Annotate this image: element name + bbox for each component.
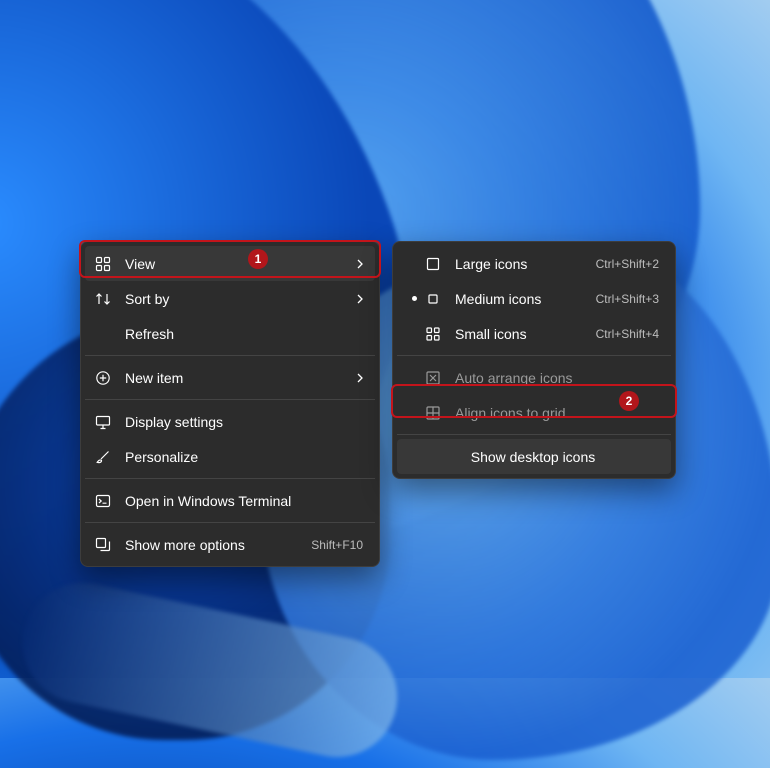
view-submenu: Large icons Ctrl+Shift+2 Medium icons Ct…	[392, 241, 676, 479]
menu-item-shortcut: Ctrl+Shift+3	[596, 292, 659, 306]
auto-arrange-icon	[425, 370, 441, 386]
submenu-item-auto-arrange[interactable]: Auto arrange icons	[397, 360, 671, 395]
menu-item-show-more-options[interactable]: Show more options Shift+F10	[85, 527, 375, 562]
menu-item-label: Sort by	[125, 291, 347, 307]
menu-item-label: Display settings	[125, 414, 363, 430]
align-grid-icon	[425, 405, 441, 421]
menu-item-label: Show desktop icons	[471, 449, 596, 465]
terminal-icon	[95, 493, 111, 509]
menu-item-refresh[interactable]: Refresh	[85, 316, 375, 351]
menu-item-label: Show more options	[125, 537, 301, 553]
menu-item-label: Personalize	[125, 449, 363, 465]
menu-item-label: Refresh	[125, 326, 363, 342]
menu-item-label: Open in Windows Terminal	[125, 493, 363, 509]
menu-item-view[interactable]: View	[85, 246, 375, 281]
menu-separator	[397, 434, 671, 435]
radio-indicator	[407, 296, 421, 301]
menu-item-sort-by[interactable]: Sort by	[85, 281, 375, 316]
menu-item-shortcut: Shift+F10	[311, 538, 363, 552]
submenu-item-medium-icons[interactable]: Medium icons Ctrl+Shift+3	[397, 281, 671, 316]
medium-icons-icon	[425, 291, 441, 307]
menu-item-new[interactable]: New item	[85, 360, 375, 395]
more-options-icon	[95, 537, 111, 553]
large-icons-icon	[425, 256, 441, 272]
sort-icon	[95, 291, 111, 307]
submenu-item-align-to-grid[interactable]: Align icons to grid	[397, 395, 671, 430]
menu-separator	[85, 478, 375, 479]
submenu-item-large-icons[interactable]: Large icons Ctrl+Shift+2	[397, 246, 671, 281]
menu-item-display-settings[interactable]: Display settings	[85, 404, 375, 439]
menu-item-personalize[interactable]: Personalize	[85, 439, 375, 474]
menu-item-shortcut: Ctrl+Shift+4	[596, 327, 659, 341]
menu-item-label: New item	[125, 370, 347, 386]
submenu-item-small-icons[interactable]: Small icons Ctrl+Shift+4	[397, 316, 671, 351]
chevron-right-icon	[355, 259, 363, 269]
display-icon	[95, 414, 111, 430]
plus-circle-icon	[95, 370, 111, 386]
menu-item-shortcut: Ctrl+Shift+2	[596, 257, 659, 271]
menu-separator	[85, 399, 375, 400]
menu-item-label: Large icons	[455, 256, 586, 272]
menu-item-label: Small icons	[455, 326, 586, 342]
menu-item-open-terminal[interactable]: Open in Windows Terminal	[85, 483, 375, 518]
menu-item-label: Align icons to grid	[455, 405, 659, 421]
chevron-right-icon	[355, 294, 363, 304]
brush-icon	[95, 449, 111, 465]
submenu-item-show-desktop-icons[interactable]: Show desktop icons	[397, 439, 671, 474]
menu-item-label: Auto arrange icons	[455, 370, 659, 386]
menu-item-label: View	[125, 256, 347, 272]
small-icons-icon	[425, 326, 441, 342]
menu-separator	[397, 355, 671, 356]
menu-item-label: Medium icons	[455, 291, 586, 307]
grid-icon	[95, 256, 111, 272]
desktop-context-menu: View Sort by Refresh New item Display se…	[80, 241, 380, 567]
chevron-right-icon	[355, 373, 363, 383]
menu-separator	[85, 355, 375, 356]
menu-separator	[85, 522, 375, 523]
blank-icon	[95, 326, 111, 342]
